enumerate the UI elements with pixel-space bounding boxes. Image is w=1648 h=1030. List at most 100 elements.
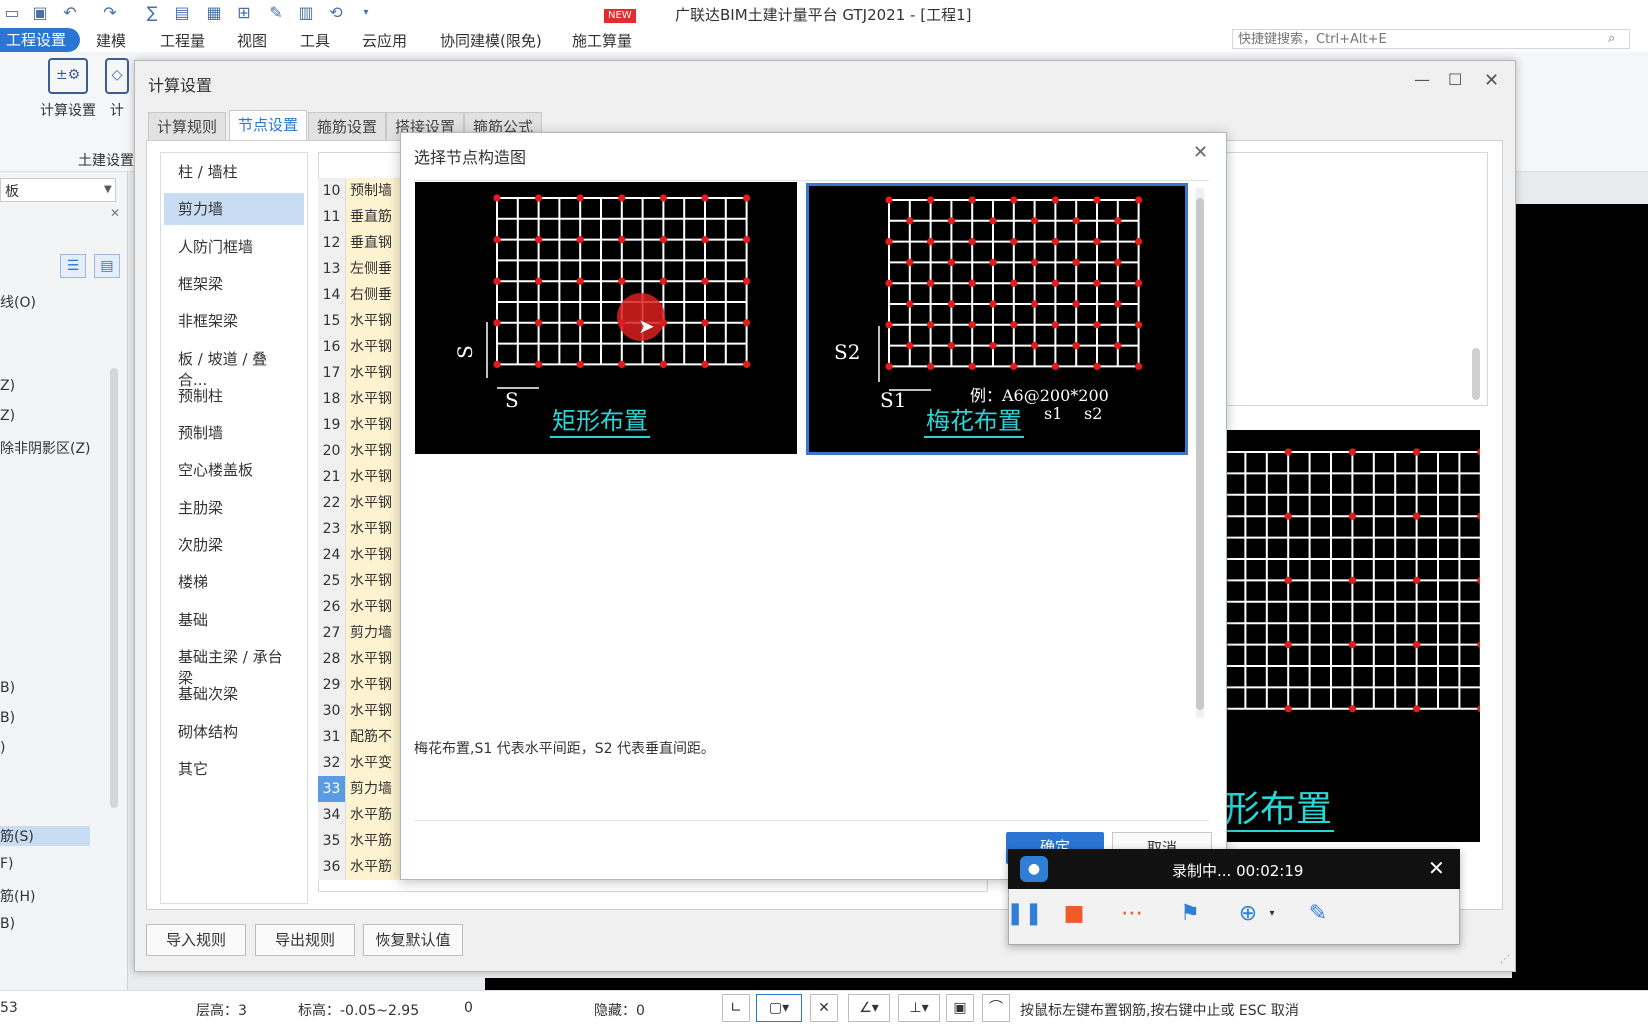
angle-icon[interactable]: ∠▾ [848,994,890,1022]
popup-scrollbar-thumb[interactable] [1196,198,1204,710]
zoom-add-icon[interactable]: ⊕ [1230,896,1266,932]
export-rules-button[interactable]: 导出规则 [255,924,355,956]
preview-grid-node-dot [1413,448,1421,456]
close-icon[interactable]: ✕ [1484,70,1499,91]
restore-defaults-button[interactable]: 恢复默认值 [363,924,463,956]
save-icon[interactable]: ▣ [30,4,50,22]
pen-icon[interactable]: ✎ [1300,896,1336,932]
category-item[interactable]: 基础次梁 [164,678,304,710]
category-item[interactable]: 人防门框墙 [164,231,304,263]
row-number: 33 [318,776,346,802]
quick-search-input[interactable] [1232,29,1630,49]
preview-grid-node-dot [1348,512,1356,520]
left-item[interactable]: B) [0,710,15,726]
left-scrollbar[interactable] [110,368,118,808]
menu-construction[interactable]: 施工算量 [572,30,632,51]
tab-stirrup-settings[interactable]: 箍筋设置 [308,112,387,140]
left-item-selected[interactable]: 筋(S) [0,826,90,846]
table-icon[interactable]: ▦ [204,4,224,22]
preview-scrollbar[interactable] [1472,348,1480,400]
category-item[interactable]: 框架梁 [164,268,304,300]
detail-view-icon[interactable]: ▤ [94,254,120,278]
category-item[interactable]: 基础主梁 / 承台梁 [164,641,304,687]
view-icon[interactable]: ▣ [946,994,974,1022]
mouse-cursor-icon: ➤ [638,314,655,338]
menu-modeling[interactable]: 建模 [96,30,126,51]
sync-icon[interactable]: ⟲ [326,4,346,22]
pause-icon[interactable]: ❚❚ [1006,896,1043,932]
close-icon[interactable]: ✕ [1193,142,1208,163]
maximize-icon[interactable]: ☐ [1448,70,1462,89]
left-item[interactable]: 除非阴影区(Z) [0,438,91,458]
menu-view[interactable]: 视图 [237,30,267,51]
search-icon[interactable]: ⌕ [1608,31,1615,46]
category-item[interactable]: 其它 [164,753,304,785]
list-view-icon[interactable]: ☰ [60,254,86,278]
category-item-selected[interactable]: 剪力墙 [164,193,304,226]
node-preview-image[interactable] [1222,430,1480,842]
category-item[interactable]: 砌体结构 [164,716,304,748]
cross-icon[interactable]: ✕ [810,994,838,1022]
calc-other-button[interactable]: ◇ 计 [100,58,134,120]
row-number: 15 [318,308,346,334]
plum-grid-node-dot [1135,196,1143,204]
menu-tools[interactable]: 工具 [300,30,330,51]
marker-icon[interactable]: ⚑ [1172,896,1208,932]
menu-cloud[interactable]: 云应用 [362,30,407,51]
menu-collab[interactable]: 协同建模(限免) [440,30,542,51]
draw-icon[interactable]: ✎ [266,4,286,22]
arc-icon[interactable]: ⌒ [982,994,1010,1022]
stop-icon[interactable]: ■ [1056,896,1092,932]
report-icon[interactable]: ▤ [172,4,192,22]
close-icon[interactable]: ✕ [1428,856,1445,880]
category-item[interactable]: 空心楼盖板 [164,454,304,486]
left-item[interactable]: B) [0,916,15,932]
left-item[interactable]: F) [0,856,14,872]
category-item[interactable]: 预制墙 [164,417,304,449]
category-item[interactable]: 预制柱 [164,380,304,412]
quick-access-dropdown-icon[interactable]: ▾ [356,4,376,22]
category-item[interactable]: 楼梯 [164,566,304,598]
chevron-down-icon[interactable]: ▼ [104,184,112,195]
snap-box-icon[interactable]: ▢▾ [756,994,802,1022]
category-item[interactable]: 基础 [164,604,304,636]
row-number: 25 [318,568,346,594]
layer-icon[interactable]: ▥ [296,4,316,22]
component-icon[interactable]: ⊞ [234,4,254,22]
tab-calc-rules[interactable]: 计算规则 [148,112,227,140]
close-icon[interactable]: ✕ [110,206,120,220]
plum-grid-node-dot [968,238,976,246]
left-item[interactable]: 筋(H) [0,886,35,906]
left-item[interactable]: Z) [0,378,15,394]
left-item[interactable]: 线(O) [0,292,36,312]
plum-grid-node-dot [947,342,955,350]
open-folder-icon[interactable]: ▭ [2,4,22,22]
row-number: 23 [318,516,346,542]
import-rules-button[interactable]: 导入规则 [146,924,246,956]
drawing-canvas-bottom[interactable] [485,978,1648,990]
preview-grid-node-dot [1284,641,1292,649]
ortho-icon[interactable]: ∟ [722,994,750,1022]
left-item[interactable]: B) [0,680,15,696]
category-item[interactable]: 主肋梁 [164,492,304,524]
undo-icon[interactable]: ↶ [60,4,80,22]
left-item[interactable]: ) [0,740,5,756]
left-item[interactable]: Z) [0,408,15,424]
category-item[interactable]: 次肋梁 [164,529,304,561]
redo-icon[interactable]: ↷ [100,4,120,22]
tab-node-settings[interactable]: 节点设置 [229,110,308,140]
offset-icon[interactable]: ⊥▾ [898,994,940,1022]
audio-level-icon[interactable]: ⋯ [1114,896,1150,932]
minimize-icon[interactable]: — [1414,70,1430,89]
category-item[interactable]: 板 / 坡道 / 叠合... [164,343,304,389]
drawing-canvas[interactable] [1512,204,1648,980]
resize-grip-icon[interactable]: ⋰ [1500,954,1510,965]
menu-quantity[interactable]: 工程量 [160,30,205,51]
menu-project-settings[interactable]: 工程设置 [0,28,81,52]
calc-settings-button[interactable]: ±⚙ 计算设置 [38,58,98,120]
category-item[interactable]: 柱 / 墙柱 [164,156,304,188]
chevron-down-icon[interactable]: ▾ [1264,896,1280,932]
sum-icon[interactable]: ∑ [142,4,162,22]
category-item[interactable]: 非框架梁 [164,305,304,337]
component-type-combo[interactable]: 板 [0,178,116,202]
